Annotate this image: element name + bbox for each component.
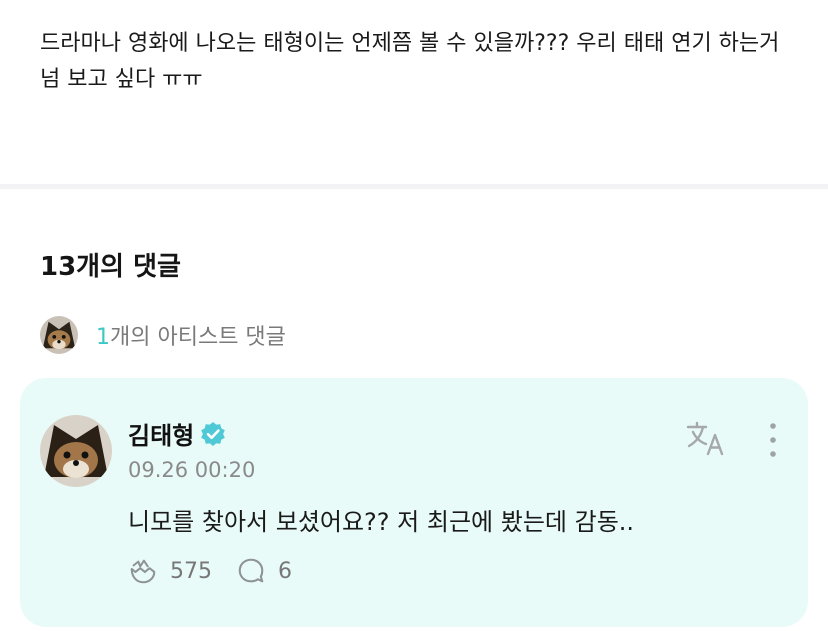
translate-icon[interactable] xyxy=(684,418,728,458)
artist-comment-card: 김태형 09.26 00:20 니모를 찾아서 보셨어요?? 저 최근에 봤는데… xyxy=(20,378,808,627)
artist-comment-count: 1 xyxy=(96,325,110,350)
author-name[interactable]: 김태형 xyxy=(128,416,194,451)
comment-body: 니모를 찾아서 보셨어요?? 저 최근에 봤는데 감동.. xyxy=(128,508,635,536)
author-row: 김태형 xyxy=(128,416,226,451)
like-button[interactable]: 575 xyxy=(128,556,212,586)
reply-icon xyxy=(236,556,266,586)
artist-comments-filter[interactable]: 1개의 아티스트 댓글 xyxy=(40,315,286,355)
post-text: 드라마나 영화에 나오는 태형이는 언제쯤 볼 수 있을까??? 우리 태태 연… xyxy=(40,31,780,92)
artist-comments-text: 개의 아티스트 댓글 xyxy=(110,325,286,350)
comment-timestamp: 09.26 00:20 xyxy=(128,458,256,482)
more-options-icon[interactable] xyxy=(758,420,788,460)
artist-comments-label: 1개의 아티스트 댓글 xyxy=(96,319,286,351)
like-icon xyxy=(128,556,158,586)
like-count: 575 xyxy=(170,558,212,584)
artist-avatar xyxy=(40,316,78,354)
reply-button[interactable]: 6 xyxy=(236,556,292,586)
section-divider xyxy=(0,184,828,189)
author-avatar[interactable] xyxy=(40,415,112,487)
comment-actions: 575 6 xyxy=(128,556,292,586)
comment-count-heading: 13개의 댓글 xyxy=(40,252,181,282)
verified-badge-icon xyxy=(200,421,226,447)
reply-count: 6 xyxy=(278,558,292,584)
